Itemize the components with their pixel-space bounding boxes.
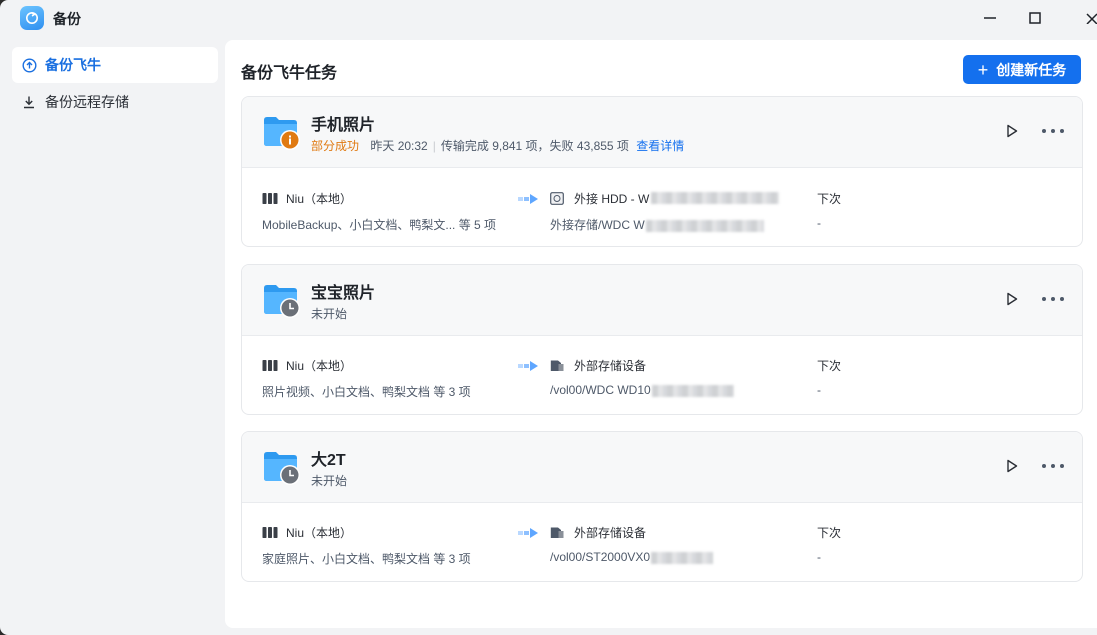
sidebar: 备份飞牛 备份远程存储 bbox=[12, 47, 218, 121]
next-run-value: - bbox=[817, 383, 821, 397]
backup-window: 备份 备份飞牛 备份远程存储 备份飞牛任务 + 创建新任务 手机照片 部分成功 … bbox=[0, 0, 1097, 635]
main-panel: 备份飞牛任务 + 创建新任务 手机照片 部分成功 昨天 20:32 | 传输完成 9… bbox=[225, 40, 1097, 628]
task-time: 昨天 20:32 bbox=[370, 139, 428, 153]
external-drive-icon bbox=[550, 525, 566, 539]
task-name: 宝宝照片 bbox=[311, 285, 376, 302]
minimize-icon bbox=[984, 17, 996, 19]
target-name: 外部存储设备 bbox=[574, 358, 647, 373]
sidebar-item-label: 备份远程存储 bbox=[45, 94, 129, 110]
external-drive-icon bbox=[550, 358, 566, 372]
more-options-button[interactable] bbox=[1042, 123, 1064, 139]
more-options-button[interactable] bbox=[1042, 458, 1064, 474]
next-run-label: 下次 bbox=[817, 358, 842, 373]
target-path: 外接存储/WDC W bbox=[550, 218, 645, 232]
nas-device-icon bbox=[262, 525, 278, 539]
source-column: Niu（本地） 家庭照片、小白文档、鸭梨文档 等 3 项 bbox=[262, 523, 471, 567]
source-folders: 照片视频、小白文档、鸭梨文档 等 3 项 bbox=[262, 385, 471, 399]
task-card[interactable]: 宝宝照片 未开始 Niu（本地） 照片视频、小白文档、鸭梨文档 等 3 项 外部… bbox=[241, 264, 1083, 415]
task-summary: 传输完成 9,841 项，失败 43,855 项 bbox=[440, 139, 629, 153]
sidebar-item-label: 备份飞牛 bbox=[45, 57, 101, 73]
target-name: 外部存储设备 bbox=[574, 525, 647, 540]
next-run-column: 下次 - bbox=[817, 356, 841, 399]
backup-app-icon bbox=[20, 6, 44, 30]
maximize-icon bbox=[1029, 12, 1041, 24]
folder-clock-icon bbox=[264, 452, 300, 485]
source-column: Niu（本地） MobileBackup、小白文档、鸭梨文... 等 5 项 bbox=[262, 189, 497, 233]
task-name: 手机照片 bbox=[311, 117, 376, 134]
close-icon bbox=[1086, 13, 1097, 24]
play-icon[interactable] bbox=[1004, 123, 1020, 139]
create-task-button[interactable]: + 创建新任务 bbox=[963, 55, 1081, 84]
next-run-label: 下次 bbox=[817, 525, 842, 540]
target-path: /vol00/ST2000VX0 bbox=[550, 550, 651, 564]
task-status-line: 部分成功 昨天 20:32 | 传输完成 9,841 项，失败 43,855 项 查… bbox=[311, 139, 685, 153]
sidebar-item-backup-remote[interactable]: 备份远程存储 bbox=[12, 84, 218, 120]
title-bar: 备份 bbox=[0, 0, 1097, 36]
source-folders: 家庭照片、小白文档、鸭梨文档 等 3 项 bbox=[262, 552, 471, 566]
arrow-right-icon bbox=[518, 361, 538, 371]
source-column: Niu（本地） 照片视频、小白文档、鸭梨文档 等 3 项 bbox=[262, 356, 471, 400]
create-task-label: 创建新任务 bbox=[996, 61, 1067, 78]
target-column: 外部存储设备 /vol00/WDC WD10 bbox=[550, 356, 734, 399]
redacted-text bbox=[651, 384, 734, 397]
source-name: Niu（本地） bbox=[286, 191, 353, 206]
task-card-header: 大2T 未开始 bbox=[242, 432, 1082, 503]
folder-clock-icon bbox=[264, 285, 300, 318]
redacted-text bbox=[651, 192, 780, 204]
next-run-label: 下次 bbox=[817, 191, 842, 206]
target-path: /vol00/WDC WD10 bbox=[550, 383, 651, 397]
next-run-column: 下次 - bbox=[817, 523, 841, 566]
nas-device-icon bbox=[262, 191, 278, 205]
plus-icon: + bbox=[977, 59, 989, 80]
download-icon bbox=[21, 94, 37, 110]
maximize-button[interactable] bbox=[1017, 4, 1053, 32]
sidebar-item-backup-fnos[interactable]: 备份飞牛 bbox=[12, 47, 218, 83]
target-column: 外接 HDD - W 外接存储/WDC W bbox=[550, 189, 780, 232]
play-icon[interactable] bbox=[1004, 291, 1020, 307]
task-card[interactable]: 手机照片 部分成功 昨天 20:32 | 传输完成 9,841 项，失败 43,85… bbox=[241, 96, 1083, 247]
status-badge: 未开始 bbox=[311, 307, 348, 321]
source-folders: MobileBackup、小白文档、鸭梨文... 等 5 项 bbox=[262, 218, 497, 232]
play-icon[interactable] bbox=[1004, 458, 1020, 474]
source-name: Niu（本地） bbox=[286, 525, 353, 540]
next-run-column: 下次 - bbox=[817, 189, 841, 232]
folder-warning-icon bbox=[264, 117, 300, 150]
status-badge: 部分成功 bbox=[311, 139, 360, 153]
view-details-link[interactable]: 查看详情 bbox=[636, 139, 684, 153]
target-column: 外部存储设备 /vol00/ST2000VX0 bbox=[550, 523, 714, 566]
hdd-icon bbox=[550, 191, 566, 205]
task-card-header: 宝宝照片 未开始 bbox=[242, 265, 1082, 336]
page-title: 备份飞牛任务 bbox=[241, 65, 338, 82]
task-name: 大2T bbox=[311, 452, 346, 469]
arrow-right-icon bbox=[518, 194, 538, 204]
source-name: Niu（本地） bbox=[286, 358, 353, 373]
redacted-text bbox=[645, 219, 764, 232]
minimize-button[interactable] bbox=[972, 4, 1008, 32]
status-badge: 未开始 bbox=[311, 474, 348, 488]
next-run-value: - bbox=[817, 550, 821, 564]
close-button[interactable] bbox=[1062, 4, 1097, 32]
target-name: 外接 HDD - W bbox=[574, 191, 650, 206]
more-options-button[interactable] bbox=[1042, 291, 1064, 307]
redacted-text bbox=[651, 551, 714, 564]
task-card[interactable]: 大2T 未开始 Niu（本地） 家庭照片、小白文档、鸭梨文档 等 3 项 外部存… bbox=[241, 431, 1083, 582]
arrow-right-icon bbox=[518, 528, 538, 538]
task-card-header: 手机照片 部分成功 昨天 20:32 | 传输完成 9,841 项，失败 43,85… bbox=[242, 97, 1082, 168]
next-run-value: - bbox=[817, 216, 821, 230]
window-title: 备份 bbox=[53, 11, 81, 27]
upload-cloud-icon bbox=[21, 57, 37, 73]
nas-device-icon bbox=[262, 358, 278, 372]
